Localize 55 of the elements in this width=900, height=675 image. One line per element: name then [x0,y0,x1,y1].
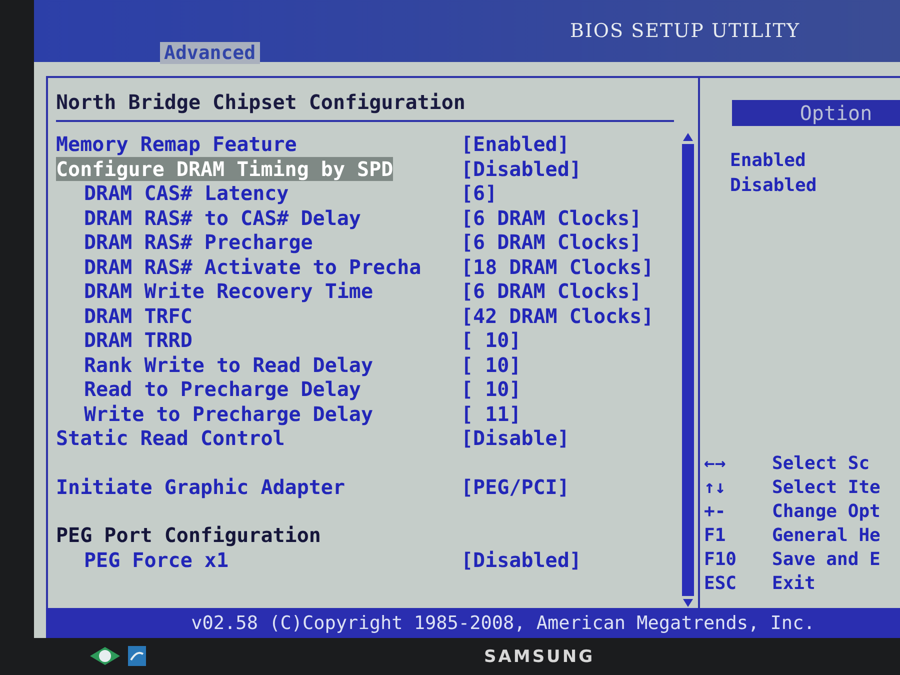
section-heading: PEG Port Configuration [56,523,321,548]
setting-value[interactable]: [6] [461,181,498,206]
setting-value[interactable]: [18 DRAM Clocks] [461,254,654,279]
setting-value[interactable]: [ 10] [461,328,522,352]
setting-label[interactable]: Configure DRAM Timing by SPD [56,156,394,181]
option-header: Option [732,100,900,126]
key-label: ESC [704,572,738,596]
key-action: Exit [772,572,816,596]
option-item: Enabled [730,149,807,173]
setting-label[interactable]: Write to Precharge Delay [84,402,373,426]
key-label: ←→ [704,452,727,476]
key-action: Change Opt [772,500,882,524]
scrollbar[interactable] [682,144,694,596]
setting-label[interactable]: DRAM Write Recovery Time [84,279,373,304]
scroll-up-icon[interactable] [682,132,694,142]
setting-label[interactable]: DRAM TRFC [84,304,192,328]
setting-label[interactable]: PEG Force x1 [84,548,228,572]
setting-value[interactable]: [ 10] [461,377,522,402]
certification-icon [88,646,122,666]
setting-label[interactable]: Read to Precharge Delay [84,377,361,402]
brand-logo: SAMSUNG [484,646,595,666]
menu-tab[interactable]: Advanced [160,42,260,64]
setting-label[interactable]: DRAM TRRD [84,328,192,352]
setting-label[interactable]: Rank Write to Read Delay [84,352,373,377]
setting-value[interactable]: [42 DRAM Clocks] [461,304,654,328]
setting-value[interactable]: [6 DRAM Clocks] [461,279,642,304]
key-action: General He [772,524,882,548]
setting-value[interactable]: [6 DRAM Clocks] [461,230,642,254]
setting-value[interactable]: [ 10] [461,352,522,377]
setting-label[interactable]: DRAM RAS# to CAS# Delay [84,206,361,230]
setting-value[interactable]: [Disable] [461,426,570,450]
key-label: +- [704,500,727,524]
setting-value[interactable]: [Disabled] [461,548,582,572]
certification-icon [128,646,146,666]
setting-value[interactable]: [6 DRAM Clocks] [461,206,642,230]
key-action: Save and E [772,548,882,572]
setting-label[interactable]: Memory Remap Feature [56,132,297,156]
setting-label[interactable]: DRAM RAS# Precharge [84,230,313,254]
key-action: Select Sc [772,452,871,476]
setting-value[interactable]: [ 11] [461,402,522,426]
copyright-text: v02.58 (C)Copyright 1985-2008, American Megatrends, Inc. [191,612,815,634]
setting-label[interactable]: DRAM RAS# Activate to Precha [84,254,422,279]
setting-value[interactable]: [Disabled] [461,156,582,181]
option-item: Disabled [730,174,818,198]
window-title: BIOS SETUP UTILITY [570,20,800,42]
setting-value[interactable]: [PEG/PCI] [461,474,570,499]
setting-label[interactable]: DRAM CAS# Latency [84,181,289,206]
setting-value[interactable]: [Enabled] [461,132,570,156]
setting-label[interactable]: Static Read Control [56,426,285,450]
section-title: North Bridge Chipset Configuration [56,90,466,114]
key-label: ↑↓ [704,476,727,500]
setting-label[interactable]: Initiate Graphic Adapter [56,474,345,499]
key-label: F10 [704,548,738,572]
key-label: F1 [704,524,727,548]
key-action: Select Ite [772,476,882,500]
